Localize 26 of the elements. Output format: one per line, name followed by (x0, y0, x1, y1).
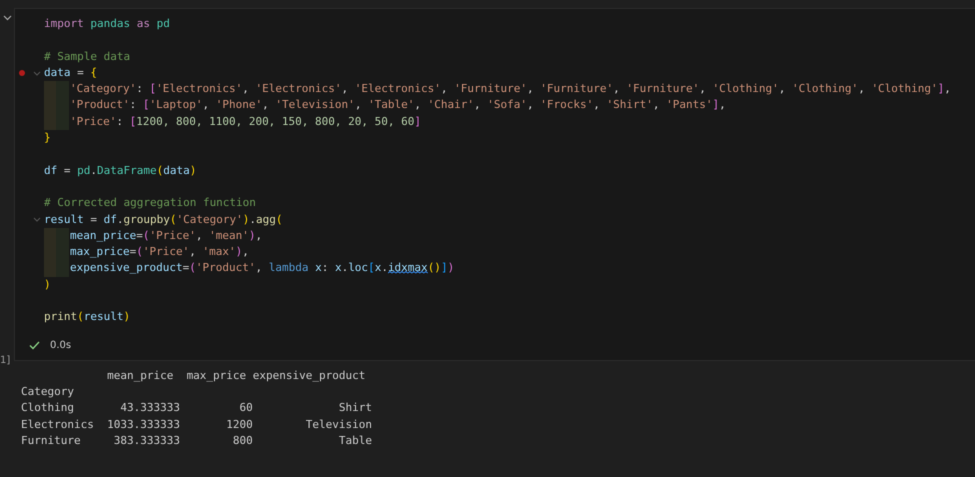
chevron-down-icon[interactable] (3, 15, 12, 21)
code-line: # Corrected aggregation function (44, 195, 256, 212)
execution-time: 0.0s (50, 340, 72, 352)
code-line: 'Price': [1200, 800, 1100, 200, 150, 800, 20, 50, 60] (70, 114, 422, 130)
code-line: expensive_product=('Product', lambda x: x.loc[x.idxmax()]) (70, 260, 454, 276)
code-line: import pandas as pd (44, 16, 170, 32)
code-line: max_price=('Price', 'max'), (70, 244, 249, 260)
code-line: } (44, 130, 51, 146)
execution-count: 1] (0, 355, 10, 366)
fold-chevron-icon[interactable] (32, 217, 40, 222)
code-line: 'Product': ['Laptop', 'Phone', 'Television', 'Table', 'Chair', 'Sofa', 'Frocks', 'Shirt', 'Pants'], (70, 97, 726, 114)
code-line: print(result) (44, 309, 130, 326)
output-line: Electronics 1033.333333 1200 Television (21, 416, 372, 433)
code-line: df = pd.DataFrame(data) (44, 162, 196, 179)
code-line: # Sample data (44, 48, 130, 65)
output-line: Clothing 43.333333 60 Shirt (21, 400, 372, 416)
output-line: Category (21, 384, 74, 400)
code-line: result = df.groupby('Category').agg( (44, 212, 282, 228)
output-line: Furniture 383.333333 800 Table (21, 432, 372, 449)
code-line: data = { (44, 64, 97, 81)
code-line: ) (44, 276, 51, 293)
breakpoint-dot[interactable] (19, 70, 25, 76)
fold-chevron-icon[interactable] (32, 70, 40, 76)
code-line: mean_price=('Price', 'mean'), (70, 228, 262, 244)
code-line: 'Category': ['Electronics', 'Electronics', 'Electronics', 'Furniture', 'Furniture', 'Furniture', 'Clothing', 'Clothing', 'Clothing'], (70, 81, 951, 98)
output-line: mean_price max_price expensive_product (106, 368, 366, 384)
